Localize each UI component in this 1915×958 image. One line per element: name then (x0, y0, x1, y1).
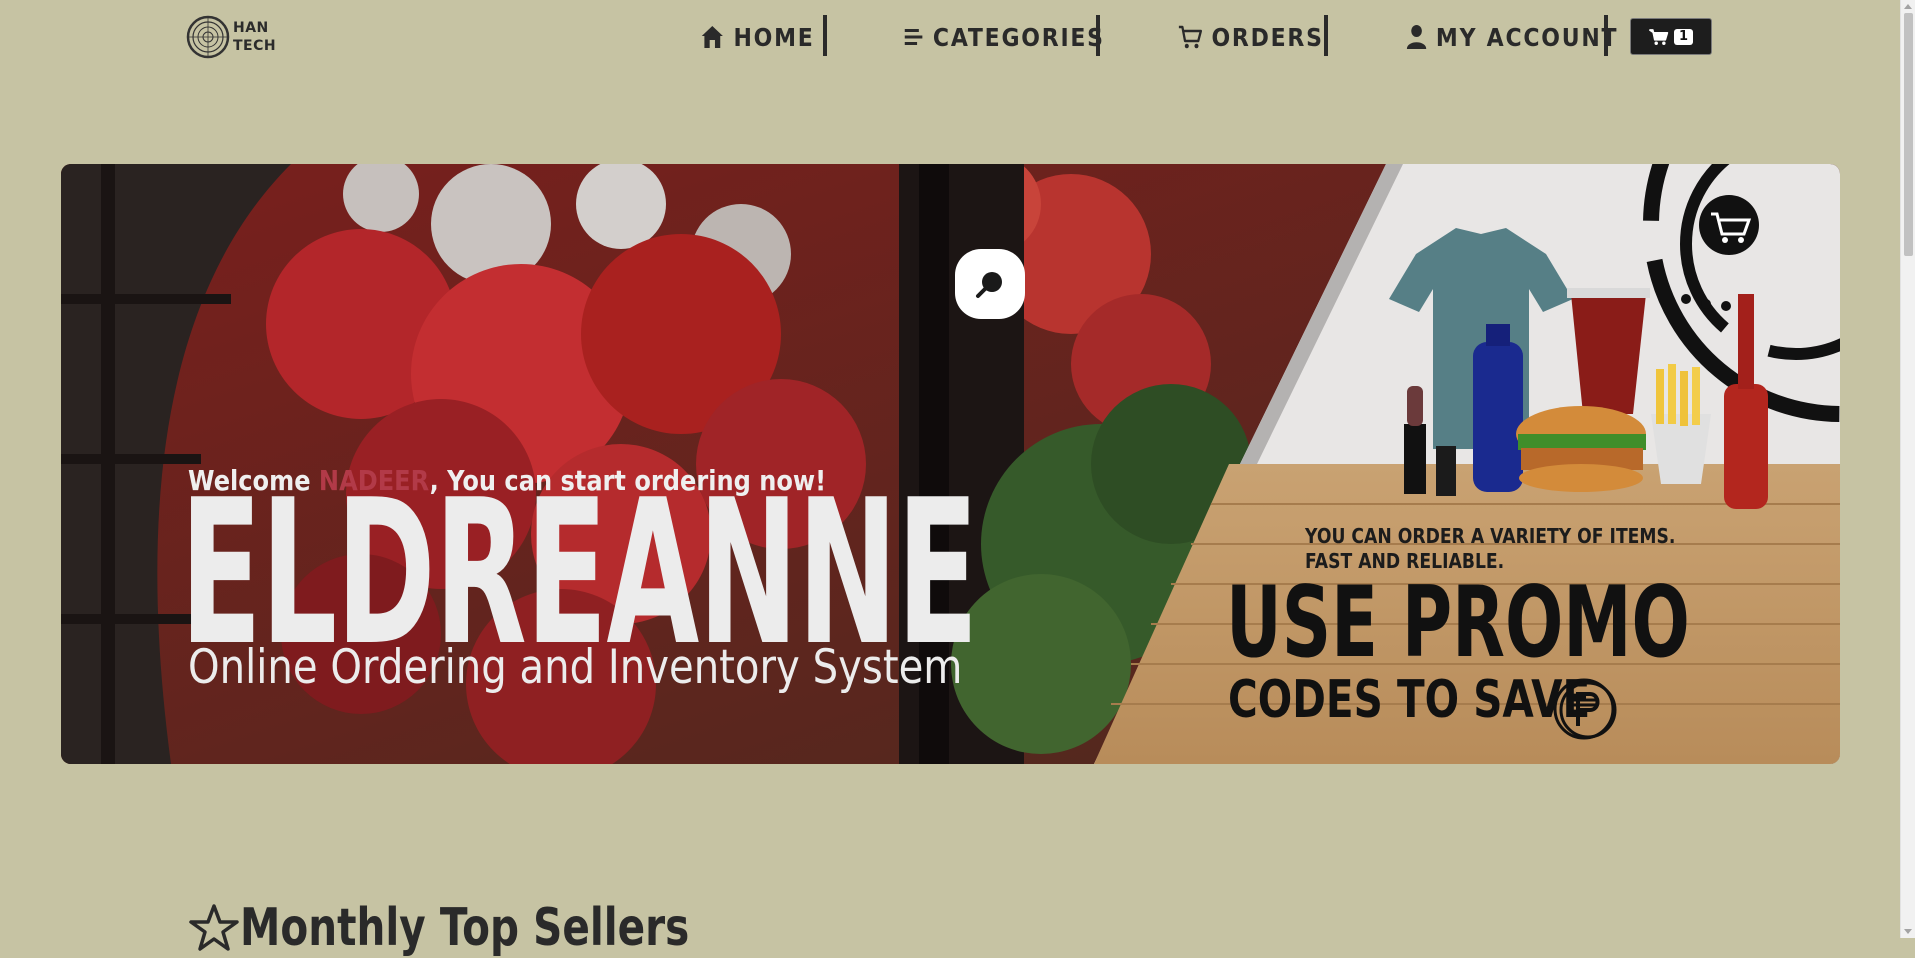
brand-tagline: Online Ordering and Inventory System (188, 640, 963, 695)
star-icon (189, 904, 239, 951)
section-title-text: Monthly Top Sellers (240, 898, 690, 958)
section-title: Monthly Top Sellers (188, 898, 816, 958)
nav-home-label: HOME (733, 22, 815, 52)
search-icon (976, 272, 1002, 298)
promo-subheadline: CODES TO SAVE (1228, 670, 1591, 730)
page-scrollbar[interactable] (1900, 0, 1915, 938)
home-icon (701, 26, 723, 48)
logo-line-2: TECH (233, 38, 277, 54)
nav-categories-label: CATEGORIES (932, 22, 1105, 52)
user-icon (1406, 25, 1427, 49)
nav-orders[interactable]: ORDERS (1178, 17, 1324, 57)
nav-my-account[interactable]: MY ACCOUNT (1406, 17, 1618, 57)
promo-headline: USE PROMO (1226, 566, 1690, 680)
scroll-thumb[interactable] (1904, 13, 1913, 256)
list-icon (904, 29, 923, 45)
nav-divider (1324, 15, 1328, 56)
logo-text: HAN TECH (233, 19, 276, 55)
cart-icon (1178, 25, 1203, 49)
nav-orders-label: ORDERS (1211, 22, 1324, 52)
search-button[interactable] (955, 249, 1025, 319)
nav-home[interactable]: HOME (700, 17, 815, 57)
nav-divider (1096, 15, 1100, 56)
promo-line-1: YOU CAN ORDER A VARIETY OF ITEMS. (1305, 524, 1676, 548)
top-navigation: HAN TECH HOME CATEGORIES ORDERS MY ACCOU… (0, 0, 1900, 76)
logo[interactable]: HAN TECH (186, 15, 276, 59)
cart-icon (1649, 28, 1669, 45)
nav-divider (1604, 15, 1608, 56)
cart-count-badge: 1 (1673, 28, 1694, 45)
logo-line-1: HAN (233, 20, 269, 36)
han-tech-logo-icon (186, 15, 230, 59)
nav-categories[interactable]: CATEGORIES (903, 17, 1105, 57)
nav-divider (823, 15, 827, 56)
peso-coin-icon (1553, 678, 1617, 740)
scroll-down-arrow[interactable] (1904, 929, 1912, 934)
nav-my-account-label: MY ACCOUNT (1435, 22, 1619, 52)
cart-button[interactable]: 1 (1630, 18, 1712, 55)
scroll-up-arrow[interactable] (1904, 4, 1912, 9)
